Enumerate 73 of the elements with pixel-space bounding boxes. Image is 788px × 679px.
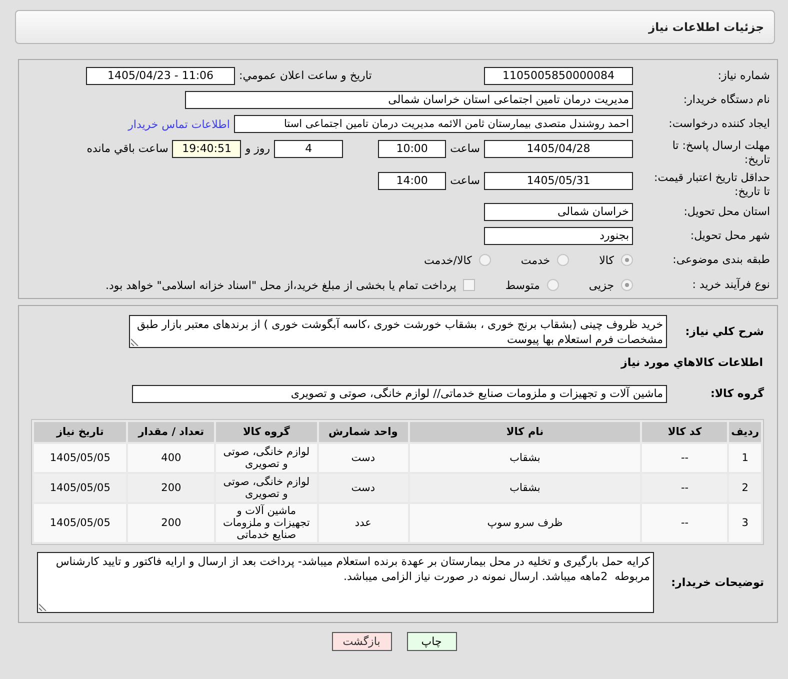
table-cell: -- [642,444,728,472]
column-header[interactable]: ردیف [729,422,761,442]
print-button[interactable]: چاپ [406,632,456,651]
description-field[interactable]: خرید ظروف چینی (بشقاب برنج خوری ، بشقاب خورشت خوری ،کاسه آبگوشت خوری ) از برندهای معتبر بازار طبق مشخصات فرم استعلام بها پیوست [129,315,667,348]
field-label: گروه کالا: [709,387,764,401]
table-cell: 2 [729,474,761,502]
column-header[interactable]: کد کالا [642,422,728,442]
field-label: نوع فرآیند خرید : [691,278,770,292]
table-cell: عدد [318,504,408,542]
requester-field[interactable]: احمد روشندل متصدی بیمارستان ثامن الائمه مدیریت درمان تامین اجتماعی استا [234,115,633,133]
back-button[interactable]: بازگشت [332,632,392,651]
contact-link[interactable]: اطلاعات تماس خریدار [128,118,230,130]
option-label: جزیی [588,278,614,292]
field-label: ایجاد کننده درخواست: [668,117,770,131]
option-label: کالا [599,254,614,266]
resize-grip-icon[interactable] [131,338,139,346]
field-label: ساعت باقي مانده [86,142,168,156]
remaining-time-field[interactable]: 19:40:51 [172,140,242,158]
option-label: متوسط [505,278,540,292]
table-cell: دست [318,474,408,502]
table-cell: ظرف سرو سوپ [410,504,640,542]
time-field[interactable]: 10:00 [378,140,446,158]
option-label: خدمت [520,254,550,266]
field-label: ساعت [450,142,480,156]
field-label: شماره نیاز: [716,69,770,83]
table-cell: 3 [729,504,761,542]
need-number-field[interactable]: 1105005850000084 [484,67,633,85]
table-cell: 200 [128,474,214,502]
column-header[interactable]: تعداد / مقدار [128,422,214,442]
buyer-org-field[interactable]: مدیریت درمان تامین اجتماعی استان خراسان شمالی [185,91,633,109]
province-field[interactable]: خراسان شمالی [484,203,633,221]
table-cell: 1405/05/05 [34,444,126,472]
announce-date-field[interactable]: 1405/04/23 - 11:06 [86,67,235,85]
field-label: شرح کلي نیاز: [684,324,764,338]
time-field[interactable]: 14:00 [378,172,446,190]
table-cell: -- [642,474,728,502]
notes-field[interactable]: کرایه حمل بارگیری و تخلیه در محل بیمارستان بر عهدة برنده استعلام میباشد- پرداخت بعد از ارسال و ارایه فاکتور و تایید کارشناس مربوطه 2ماهه میباشد. ارسال نمونه در صورت نیاز الزامی میباشد. [37,552,654,613]
table-cell: 1405/05/05 [34,474,126,502]
table-cell: لوازم خانگی، صوتی و تصویری [216,444,317,472]
column-header[interactable]: تاریخ نیاز [34,422,126,442]
field-label: نام دستگاه خریدار: [682,93,770,107]
table-cell: 200 [128,504,214,542]
checkbox-label: پرداخت تمام یا بخشی از مبلغ خرید،از محل "اسناد خزانه اسلامی" خواهد بود. [106,278,456,292]
table-cell: 1405/05/05 [34,504,126,542]
field-label: حداقل تاریخ اعتبار قیمت: تا تاریخ: [653,171,770,199]
goods-group-field[interactable]: ماشین آلات و تجهیزات و ملزومات صنایع خدماتی// لوازم خانگی، صوتی و تصویری [132,385,667,403]
field-label: ساعت [450,174,480,188]
field-label: شهر محل تحویل: [689,229,770,243]
table-cell: ماشین آلات و تجهیزات و ملزومات صنایع خدماتی [216,504,317,542]
table-cell: لوازم خانگی، صوتی و تصویری [216,474,317,502]
section-heading: اطلاعات کالاهاي مورد نیاز [620,356,764,369]
field-label: طبقه بندی موضوعی: [672,253,770,267]
days-field[interactable]: 4 [274,140,344,158]
table-cell: بشقاب [410,444,640,472]
column-header[interactable]: واحد شمارش [318,422,408,442]
column-header[interactable]: نام کالا [410,422,640,442]
table-cell: بشقاب [410,474,640,502]
table-cell: 1 [729,444,761,472]
page-title: جزئیات اطلاعات نیاز [648,20,764,34]
field-label: توضیحات خریدار: [670,576,764,590]
resize-grip-icon[interactable] [39,603,47,611]
table-cell: -- [642,504,728,542]
field-label: روز و [245,142,270,156]
field-label: تاریخ و ساعت اعلان عمومي: [239,69,373,83]
option-label: کالا/خدمت [424,254,472,266]
field-label: مهلت ارسال پاسخ: تا تاریخ: [671,139,770,167]
field-label: استان محل تحویل: [682,205,770,219]
date-field[interactable]: 1405/04/28 [484,140,633,158]
table-cell: دست [318,444,408,472]
table-cell: 400 [128,444,214,472]
date-field[interactable]: 1405/05/31 [484,172,633,190]
city-field[interactable]: بجنورد [484,227,633,245]
column-header[interactable]: گروه کالا [216,422,317,442]
